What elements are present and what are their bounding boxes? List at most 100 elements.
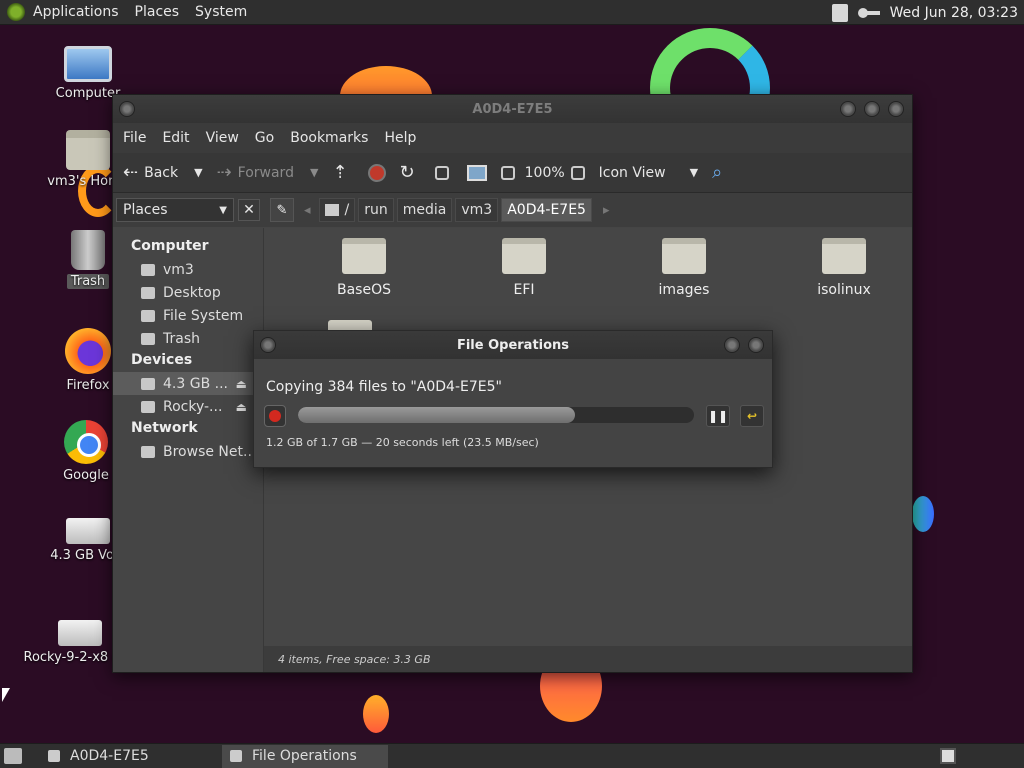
eject-icon[interactable]: ⏏ bbox=[236, 377, 247, 391]
home-icon bbox=[434, 165, 449, 180]
close-sidebar-button[interactable]: ✕ bbox=[238, 199, 260, 221]
sidebar-item-label: Browse Net... bbox=[163, 443, 257, 460]
chrome-icon bbox=[64, 420, 108, 464]
minimize-icon[interactable] bbox=[724, 337, 740, 353]
clock[interactable]: Wed Jun 28, 03:23 bbox=[890, 5, 1024, 21]
folder-icon bbox=[502, 238, 546, 274]
location-bar: Places ▼ ✕ ✎ ◂ / run media vm3 A0D4-E7E5… bbox=[113, 193, 912, 227]
zoom-in-icon bbox=[570, 165, 585, 180]
menu-view[interactable]: View bbox=[200, 130, 245, 146]
stop-button[interactable] bbox=[367, 163, 386, 182]
drive-icon bbox=[324, 204, 339, 216]
close-icon[interactable] bbox=[748, 337, 764, 353]
home-button[interactable] bbox=[434, 165, 453, 180]
back-button[interactable]: ⇠ Back ▼ bbox=[123, 162, 203, 183]
sidebar-item-desktop[interactable]: Desktop bbox=[113, 281, 263, 304]
window-menu-icon[interactable] bbox=[260, 337, 276, 353]
window-menu-icon[interactable] bbox=[119, 101, 135, 117]
window-titlebar[interactable]: A0D4-E7E5 bbox=[113, 95, 912, 123]
edit-icon: ✎ bbox=[276, 202, 288, 218]
distro-logo-icon[interactable] bbox=[7, 3, 25, 21]
up-button[interactable]: ⇡ bbox=[332, 162, 353, 183]
minimize-icon[interactable] bbox=[840, 101, 856, 117]
zoom-in-button[interactable] bbox=[570, 165, 589, 180]
menu-go[interactable]: Go bbox=[249, 130, 280, 146]
search-icon: ⌕ bbox=[712, 162, 723, 183]
view-mode-select[interactable]: Icon View ▼ bbox=[599, 165, 698, 181]
cancel-copy-button[interactable] bbox=[264, 405, 286, 427]
forward-arrow-icon: ⇢ bbox=[216, 162, 232, 183]
zoom-out-button[interactable] bbox=[500, 165, 519, 180]
computer-button[interactable] bbox=[466, 164, 487, 181]
trash-icon bbox=[71, 230, 105, 270]
sidebar-item-vm3[interactable]: vm3 bbox=[113, 258, 263, 281]
dialog-titlebar[interactable]: File Operations bbox=[254, 331, 772, 359]
sidebar-item-rocky-dvd[interactable]: Rocky-... ⏏ bbox=[113, 395, 263, 418]
eject-icon[interactable]: ⏏ bbox=[236, 400, 247, 414]
sidebar-item-trash[interactable]: Trash bbox=[113, 327, 263, 350]
sidebar-item-file-system[interactable]: File System bbox=[113, 304, 263, 327]
undo-icon: ↩ bbox=[746, 409, 758, 423]
dialog-title: File Operations bbox=[456, 337, 570, 353]
breadcrumb-left-arrow-icon[interactable]: ◂ bbox=[304, 203, 311, 218]
show-desktop-icon[interactable] bbox=[4, 748, 22, 764]
taskbar-item-file-manager[interactable]: A0D4-E7E5 bbox=[40, 745, 200, 768]
desktop-icon-label: Google bbox=[63, 468, 109, 483]
search-button[interactable]: ⌕ bbox=[712, 162, 728, 183]
progress-fill bbox=[298, 407, 576, 423]
breadcrumb-root[interactable]: / bbox=[318, 198, 356, 222]
back-history-dropdown-icon[interactable]: ▼ bbox=[194, 166, 202, 179]
notes-icon[interactable] bbox=[831, 3, 848, 22]
file-name: EFI bbox=[513, 282, 535, 298]
breadcrumb-current[interactable]: A0D4-E7E5 bbox=[501, 198, 592, 222]
window-list-icon[interactable] bbox=[940, 748, 956, 764]
breadcrumb-media[interactable]: media bbox=[396, 198, 453, 222]
folder-icon bbox=[822, 238, 866, 274]
toggle-location-entry-button[interactable]: ✎ bbox=[270, 198, 294, 222]
network-icon bbox=[141, 445, 155, 458]
window-title: A0D4-E7E5 bbox=[472, 101, 553, 117]
menu-file[interactable]: File bbox=[117, 130, 152, 146]
breadcrumb-vm3[interactable]: vm3 bbox=[455, 198, 499, 222]
forward-history-dropdown-icon[interactable]: ▼ bbox=[310, 166, 318, 179]
trash-icon bbox=[141, 332, 155, 345]
copy-message: Copying 384 files to "A0D4-E7E5" bbox=[266, 379, 502, 395]
sidebar-item-volume[interactable]: 4.3 GB ... ⏏ bbox=[113, 372, 263, 395]
close-icon[interactable] bbox=[888, 101, 904, 117]
pause-button[interactable]: ❚❚ bbox=[706, 405, 730, 427]
menu-bookmarks[interactable]: Bookmarks bbox=[284, 130, 374, 146]
breadcrumb-run[interactable]: run bbox=[358, 198, 394, 222]
forward-button[interactable]: ⇢ Forward ▼ bbox=[217, 162, 319, 183]
stop-icon bbox=[367, 163, 386, 182]
drive-icon bbox=[66, 518, 110, 544]
file-item[interactable]: BaseOS bbox=[284, 238, 444, 298]
desktop-icon-label: Trash bbox=[66, 274, 110, 289]
sidebar-item-label: Desktop bbox=[163, 284, 221, 301]
file-grid: BaseOS EFI images isolinux bbox=[284, 238, 924, 298]
places-dropdown[interactable]: Places ▼ bbox=[116, 198, 234, 222]
menu-applications[interactable]: Applications bbox=[25, 4, 127, 20]
menu-system[interactable]: System bbox=[187, 4, 255, 20]
maximize-icon[interactable] bbox=[864, 101, 880, 117]
sidebar-header-devices: Devices bbox=[131, 352, 193, 368]
places-dropdown-label: Places bbox=[123, 202, 168, 218]
file-item[interactable]: isolinux bbox=[764, 238, 924, 298]
key-icon[interactable] bbox=[857, 7, 880, 18]
zoom-out-icon bbox=[500, 165, 515, 180]
taskbar-item-file-operations[interactable]: File Operations bbox=[222, 744, 388, 768]
folder-icon bbox=[662, 238, 706, 274]
file-item[interactable]: EFI bbox=[444, 238, 604, 298]
wallpaper-shape bbox=[912, 496, 934, 532]
close-icon: ✕ bbox=[243, 202, 255, 218]
breadcrumb-right-arrow-icon[interactable]: ▸ bbox=[603, 203, 610, 218]
undo-button[interactable]: ↩ bbox=[740, 405, 764, 427]
menu-edit[interactable]: Edit bbox=[156, 130, 195, 146]
reload-button[interactable]: ↻ bbox=[400, 162, 421, 183]
sidebar-item-browse-network[interactable]: Browse Net... bbox=[113, 440, 263, 463]
desktop-icon-computer[interactable]: Computer bbox=[38, 46, 138, 101]
file-name: isolinux bbox=[817, 282, 871, 298]
file-item[interactable]: images bbox=[604, 238, 764, 298]
sidebar-item-label: Rocky-... bbox=[163, 398, 223, 415]
menu-places[interactable]: Places bbox=[127, 4, 188, 20]
menu-help[interactable]: Help bbox=[378, 130, 422, 146]
